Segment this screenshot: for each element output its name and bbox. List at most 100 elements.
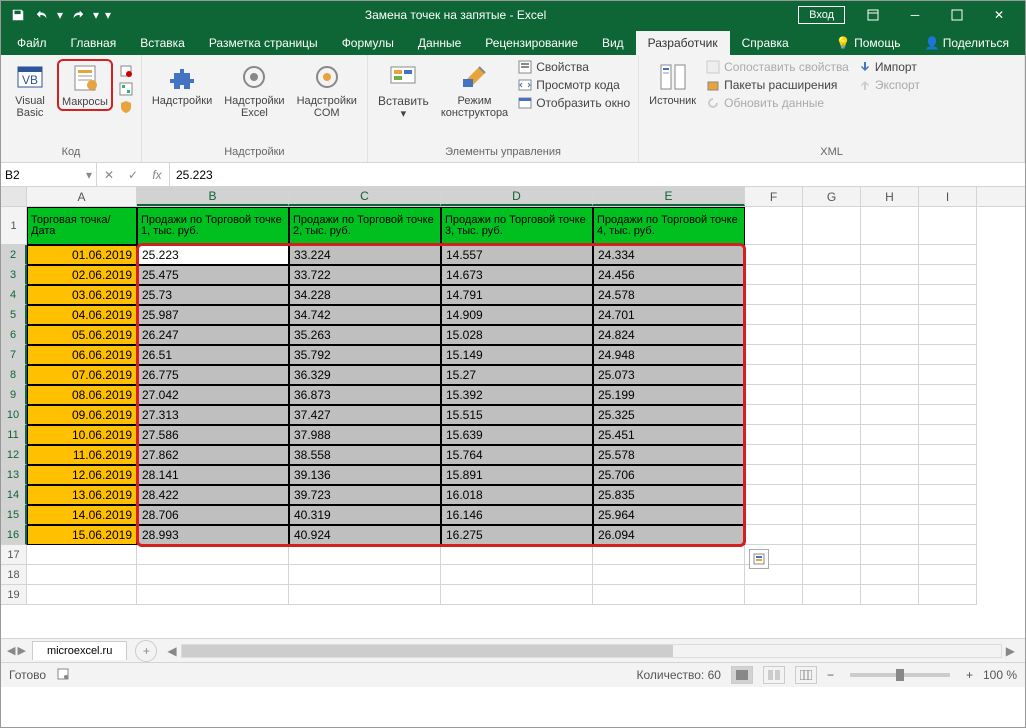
cell[interactable] (441, 565, 593, 585)
cell[interactable]: 35.792 (289, 345, 441, 365)
cell[interactable] (919, 365, 977, 385)
cell[interactable] (803, 425, 861, 445)
col-header-I[interactable]: I (919, 187, 977, 206)
cell[interactable] (861, 405, 919, 425)
cell[interactable] (441, 585, 593, 605)
cell[interactable] (919, 245, 977, 265)
cell[interactable] (803, 345, 861, 365)
cell[interactable]: 28.993 (137, 525, 289, 545)
zoom-slider[interactable] (850, 673, 950, 677)
cell[interactable]: Продажи по Торговой точке 2, тыс. руб. (289, 207, 441, 245)
cell[interactable]: 39.723 (289, 485, 441, 505)
redo-dropdown-icon[interactable]: ▾ (91, 4, 101, 26)
row-header[interactable]: 16 (1, 525, 27, 545)
cell[interactable]: 27.042 (137, 385, 289, 405)
macro-security-button[interactable] (117, 99, 135, 115)
cell[interactable]: 26.775 (137, 365, 289, 385)
cell[interactable]: 15.891 (441, 465, 593, 485)
cell[interactable] (803, 385, 861, 405)
cell[interactable]: 24.456 (593, 265, 745, 285)
cell[interactable] (745, 485, 803, 505)
qat-customize-icon[interactable]: ▾ (103, 4, 113, 26)
row-header[interactable]: 6 (1, 325, 27, 345)
import-button[interactable]: Импорт (855, 59, 922, 75)
cell[interactable] (919, 305, 977, 325)
cell[interactable]: 24.334 (593, 245, 745, 265)
help-button[interactable]: 💡 Помощь (824, 31, 913, 55)
cell[interactable] (803, 485, 861, 505)
row-header[interactable]: 4 (1, 285, 27, 305)
cell[interactable]: 14.673 (441, 265, 593, 285)
cell[interactable]: Продажи по Торговой точке 1, тыс. руб. (137, 207, 289, 245)
visual-basic-button[interactable]: VB Visual Basic (7, 59, 53, 121)
cell[interactable]: 26.094 (593, 525, 745, 545)
cell[interactable]: 25.835 (593, 485, 745, 505)
extension-packs-button[interactable]: Пакеты расширения (704, 77, 851, 93)
cell[interactable]: 25.706 (593, 465, 745, 485)
cell[interactable]: 35.263 (289, 325, 441, 345)
cell[interactable]: 13.06.2019 (27, 485, 137, 505)
row-header[interactable]: 9 (1, 385, 27, 405)
cell[interactable]: 34.228 (289, 285, 441, 305)
relative-refs-button[interactable] (117, 81, 135, 97)
cell[interactable] (803, 505, 861, 525)
cell[interactable]: 24.948 (593, 345, 745, 365)
cell[interactable] (803, 585, 861, 605)
col-header-G[interactable]: G (803, 187, 861, 206)
insert-control-button[interactable]: Вставить▾ (374, 59, 433, 122)
cell[interactable] (861, 545, 919, 565)
macros-button[interactable]: Макросы (57, 59, 113, 111)
cell[interactable]: 16.146 (441, 505, 593, 525)
cell[interactable]: 06.06.2019 (27, 345, 137, 365)
cell[interactable] (919, 265, 977, 285)
cell[interactable] (803, 285, 861, 305)
cell[interactable] (803, 365, 861, 385)
cell[interactable] (861, 585, 919, 605)
show-window-button[interactable]: Отобразить окно (516, 95, 632, 111)
undo-dropdown-icon[interactable]: ▾ (55, 4, 65, 26)
cell[interactable]: 14.909 (441, 305, 593, 325)
select-all-corner[interactable] (1, 187, 27, 206)
cell[interactable] (919, 505, 977, 525)
scroll-track[interactable] (181, 644, 1002, 658)
horizontal-scrollbar[interactable]: ◀ ▶ (157, 644, 1025, 658)
cell[interactable] (919, 585, 977, 605)
cell[interactable] (803, 265, 861, 285)
excel-addins-button[interactable]: Надстройки Excel (220, 59, 288, 121)
tab-pagelayout[interactable]: Разметка страницы (197, 31, 330, 55)
cell[interactable] (919, 405, 977, 425)
cell[interactable]: 14.06.2019 (27, 505, 137, 525)
cell[interactable] (745, 365, 803, 385)
row-header[interactable]: 2 (1, 245, 27, 265)
cell[interactable]: 05.06.2019 (27, 325, 137, 345)
cell[interactable] (745, 405, 803, 425)
cell[interactable]: 25.199 (593, 385, 745, 405)
cell[interactable] (861, 345, 919, 365)
cell[interactable] (745, 465, 803, 485)
add-sheet-button[interactable]: + (135, 640, 157, 662)
cell[interactable]: 08.06.2019 (27, 385, 137, 405)
row-header[interactable]: 19 (1, 585, 27, 605)
sheet-nav-prev-icon[interactable]: ◀ (7, 644, 15, 657)
cell[interactable]: 15.639 (441, 425, 593, 445)
cell[interactable] (861, 285, 919, 305)
cell[interactable] (861, 245, 919, 265)
cell[interactable]: 24.578 (593, 285, 745, 305)
cell[interactable]: 15.515 (441, 405, 593, 425)
source-button[interactable]: Источник (645, 59, 700, 109)
cell[interactable] (745, 305, 803, 325)
cell[interactable] (919, 445, 977, 465)
cell[interactable]: 15.028 (441, 325, 593, 345)
cell[interactable] (803, 565, 861, 585)
cell[interactable]: 27.313 (137, 405, 289, 425)
addins-button[interactable]: Надстройки (148, 59, 216, 109)
login-button[interactable]: Вход (798, 6, 845, 24)
cell[interactable]: 07.06.2019 (27, 365, 137, 385)
col-header-E[interactable]: E (593, 187, 745, 206)
cell[interactable] (745, 585, 803, 605)
cell[interactable] (919, 565, 977, 585)
cell[interactable] (745, 245, 803, 265)
row-header[interactable]: 12 (1, 445, 27, 465)
zoom-level[interactable]: 100 % (983, 668, 1017, 682)
cell[interactable]: 36.329 (289, 365, 441, 385)
